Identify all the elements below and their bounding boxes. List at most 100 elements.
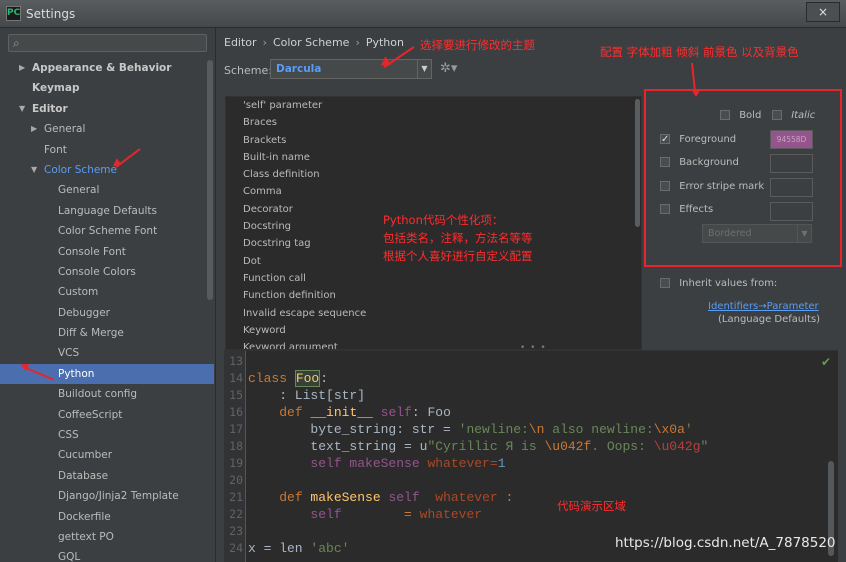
sidebar-item[interactable]: VCS bbox=[0, 343, 214, 363]
pycharm-logo-icon: PC bbox=[6, 6, 21, 21]
sidebar-item[interactable]: Console Colors bbox=[0, 262, 214, 282]
sidebar-item-label: Dockerfile bbox=[58, 510, 111, 523]
sidebar-scrollbar[interactable] bbox=[207, 60, 213, 300]
search-input[interactable] bbox=[27, 36, 205, 50]
chevron-down-icon[interactable]: ▼ bbox=[19, 99, 25, 119]
sidebar-item[interactable]: Color Scheme Font bbox=[0, 221, 214, 241]
code-line-24: x = len 'abc' bbox=[248, 541, 349, 556]
sidebar-item[interactable]: Django/Jinja2 Template bbox=[0, 486, 214, 506]
sidebar-item-label: Appearance & Behavior bbox=[32, 62, 172, 74]
sidebar-item[interactable]: ▶ Appearance & Behavior bbox=[0, 58, 214, 78]
sidebar-item[interactable]: ▼ Color Scheme bbox=[0, 160, 214, 180]
sidebar-item-label: Buildout config bbox=[58, 388, 138, 401]
code-function-name: __init__ bbox=[310, 405, 373, 420]
chevron-down-icon[interactable]: ▼ bbox=[31, 160, 37, 180]
attribute-list-item[interactable]: Brackets bbox=[226, 132, 641, 149]
code-text: : bbox=[320, 371, 329, 386]
sidebar-item[interactable]: Console Font bbox=[0, 242, 214, 262]
sidebar-item[interactable]: Custom bbox=[0, 282, 214, 302]
sidebar-item[interactable]: GQL bbox=[0, 547, 214, 562]
inherit-option[interactable]: Inherit values from: bbox=[660, 278, 777, 289]
title-bar: PC Settings × bbox=[0, 0, 846, 28]
sidebar-item[interactable]: Python bbox=[0, 363, 214, 385]
sidebar-item-label: GQL bbox=[58, 551, 81, 562]
code-number: 1 bbox=[497, 456, 506, 471]
line-number: 20 bbox=[229, 473, 243, 487]
line-number: 15 bbox=[229, 388, 243, 402]
inherit-source: (Language Defaults) bbox=[718, 314, 821, 325]
sidebar-item[interactable]: General bbox=[0, 180, 214, 200]
sidebar-item[interactable]: CSS bbox=[0, 425, 214, 445]
annotation-scheme-note: 选择要进行修改的主题 bbox=[420, 38, 535, 52]
code-line-16: def __init__ self: Foo bbox=[248, 405, 459, 420]
attribute-list-item[interactable]: Function definition bbox=[226, 287, 641, 304]
sidebar-item-label: Python bbox=[58, 367, 95, 380]
code-parameter: whatever bbox=[435, 490, 498, 505]
attribute-list-item[interactable]: Comma bbox=[226, 183, 641, 200]
sidebar-item[interactable]: Diff & Merge bbox=[0, 323, 214, 343]
sidebar-item[interactable]: Keymap bbox=[0, 78, 214, 98]
code-line-19: self makeSense whatever=1 bbox=[248, 456, 506, 471]
breadcrumb-color-scheme[interactable]: Color Scheme bbox=[273, 36, 349, 49]
code-line-14: class Foo: bbox=[248, 370, 329, 387]
sidebar-item[interactable]: Cucumber bbox=[0, 445, 214, 465]
sidebar-item[interactable]: ▶ General bbox=[0, 119, 214, 139]
code-line-17: byte_string: str = 'newline:\n also newl… bbox=[248, 422, 692, 437]
code-keyword: class bbox=[248, 371, 288, 386]
sidebar-item[interactable]: Dockerfile bbox=[0, 507, 214, 527]
chevron-right-icon[interactable]: ▶ bbox=[19, 58, 25, 78]
inherit-link[interactable]: Identifiers→Parameter bbox=[708, 301, 819, 312]
sidebar-item-label: Keymap bbox=[32, 82, 80, 95]
attribute-list-item[interactable]: Invalid escape sequence bbox=[226, 305, 641, 322]
sidebar-item[interactable]: CoffeeScript bbox=[0, 405, 214, 425]
code-self-parameter: self bbox=[248, 507, 342, 522]
attribute-list-item[interactable]: Keyword argument bbox=[226, 339, 641, 349]
line-number: 21 bbox=[229, 490, 243, 504]
attribute-list-item[interactable]: Braces bbox=[226, 114, 641, 131]
code-string: "Cyrillic Я is bbox=[427, 439, 545, 454]
sidebar-item[interactable]: Database bbox=[0, 466, 214, 486]
code-class-name: Foo bbox=[294, 370, 321, 387]
sidebar-item-label: General bbox=[58, 184, 100, 197]
code-text: : Foo bbox=[411, 405, 459, 420]
line-number: 17 bbox=[229, 422, 243, 436]
line-number: 23 bbox=[229, 524, 243, 538]
sidebar-item[interactable]: Font bbox=[0, 140, 214, 160]
scheme-select[interactable]: Darcula ▼ bbox=[270, 59, 432, 79]
chevron-right-icon[interactable]: ▶ bbox=[31, 119, 37, 139]
sidebar-item[interactable]: Debugger bbox=[0, 303, 214, 323]
sidebar-item-label: Font bbox=[44, 143, 67, 156]
attribute-list-item[interactable]: Class definition bbox=[226, 166, 641, 183]
code-preview[interactable]: 13 14 15 16 17 18 19 20 21 22 23 24 ✔ class Foo: : … bbox=[224, 350, 838, 562]
close-button[interactable]: × bbox=[806, 2, 840, 22]
attribute-list-item[interactable]: Built-in name bbox=[226, 149, 641, 166]
sidebar-item[interactable]: ▼ Editor bbox=[0, 99, 214, 119]
sidebar-item[interactable]: gettext PO bbox=[0, 527, 214, 547]
sidebar-item-label: Editor bbox=[32, 102, 68, 115]
inherit-checkbox[interactable] bbox=[660, 278, 670, 288]
sidebar-item[interactable]: Buildout config bbox=[0, 384, 214, 404]
line-number: 22 bbox=[229, 507, 243, 521]
gear-icon[interactable]: ✲▾ bbox=[440, 61, 457, 76]
chevron-down-icon[interactable]: ▼ bbox=[417, 60, 431, 78]
code-text: text_string = u bbox=[248, 439, 428, 454]
line-number: 18 bbox=[229, 439, 243, 453]
annotation-python-note-3: 根据个人喜好进行自定义配置 bbox=[383, 249, 533, 263]
sidebar-item-label: Color Scheme Font bbox=[58, 225, 158, 238]
code-self-parameter: self bbox=[248, 456, 342, 471]
line-number: 14 bbox=[229, 371, 243, 385]
code-string: also newline: bbox=[544, 422, 654, 437]
window-title: Settings bbox=[26, 7, 76, 21]
sidebar-item-label: General bbox=[44, 123, 86, 136]
attribute-list-scrollbar[interactable] bbox=[635, 99, 640, 227]
attribute-list-item[interactable]: Keyword bbox=[226, 322, 641, 339]
attribute-list-item[interactable]: 'self' parameter bbox=[226, 97, 641, 114]
code-line-22: self = whatever bbox=[248, 507, 482, 522]
attribute-list-item[interactable]: Function call bbox=[226, 270, 641, 287]
code-invalid-escape: \u042g bbox=[653, 439, 701, 454]
sidebar-item[interactable]: Language Defaults bbox=[0, 201, 214, 221]
breadcrumb-editor[interactable]: Editor bbox=[224, 36, 257, 49]
sidebar-item-label: Cucumber bbox=[58, 449, 113, 462]
